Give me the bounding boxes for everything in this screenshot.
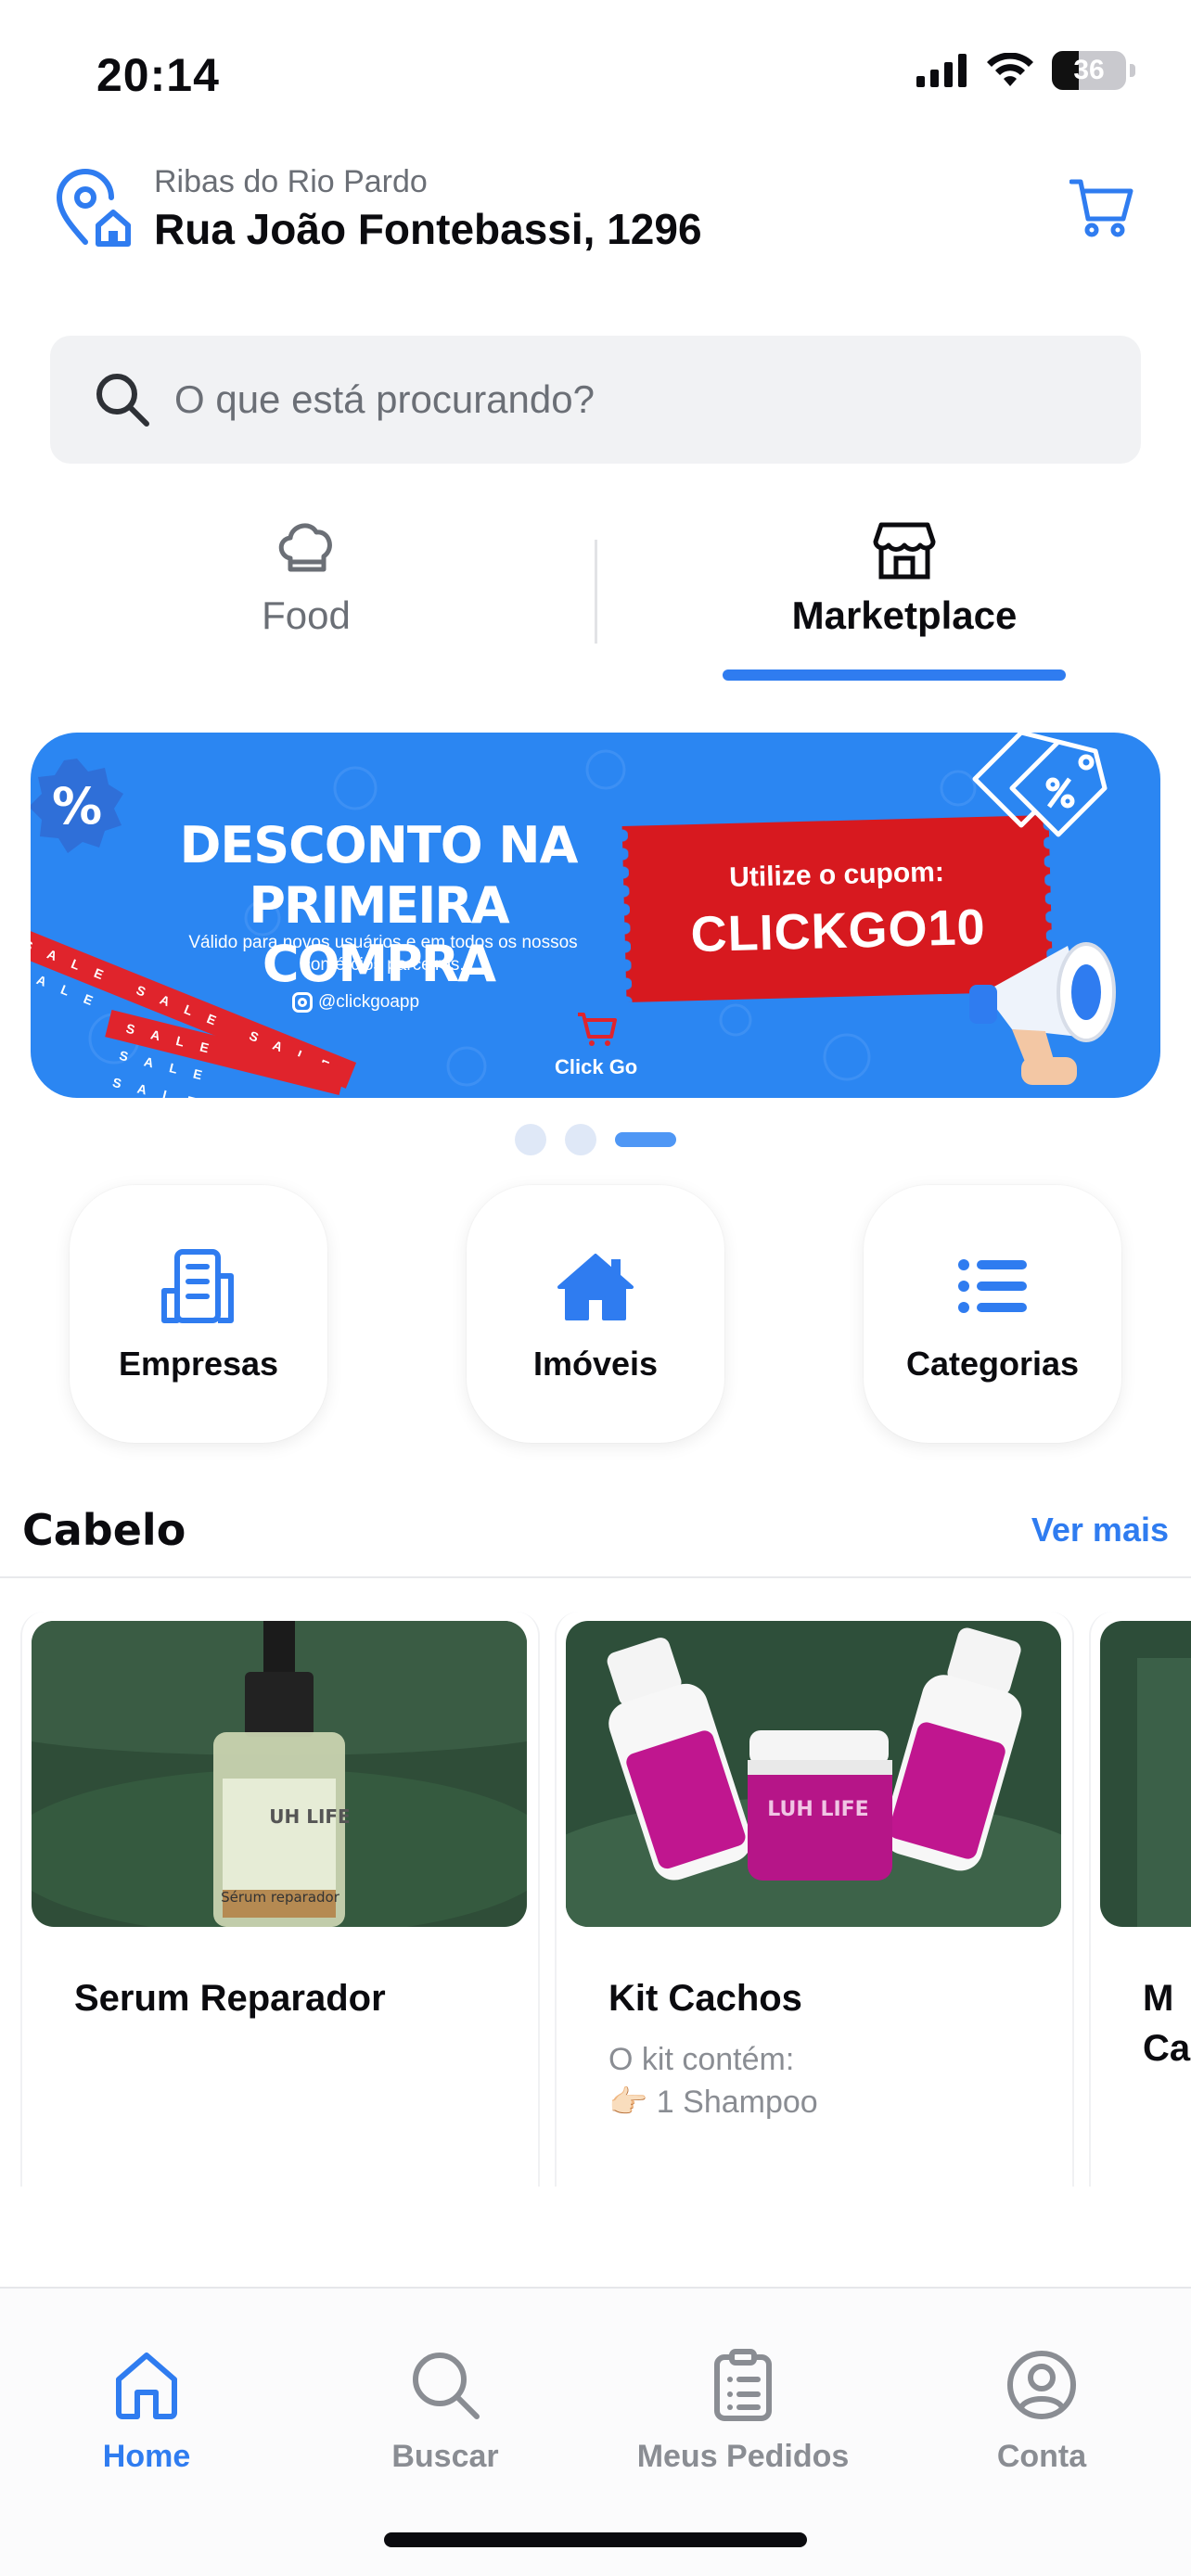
clipboard-icon [714, 2349, 772, 2421]
shortcut-grid: Empresas Imóveis Categorias [0, 1185, 1191, 1445]
home-icon [116, 2353, 177, 2419]
cart-button[interactable] [1065, 172, 1139, 246]
status-icons: 36 [916, 51, 1135, 90]
banner-instagram-handle: @clickgoapp [318, 992, 420, 1012]
nav-buscar[interactable]: Buscar [306, 2348, 584, 2475]
search-input[interactable] [174, 377, 1009, 422]
section-divider [0, 1576, 1191, 1578]
shortcut-categorias[interactable]: Categorias [864, 1185, 1121, 1443]
search-bar[interactable] [50, 336, 1141, 464]
price-tag-icon [972, 733, 1108, 837]
instagram-icon [292, 992, 313, 1013]
status-time: 20:14 [96, 49, 220, 101]
product-image-partial [1100, 1621, 1191, 1927]
shortcut-empresas-label: Empresas [118, 1345, 279, 1383]
search-icon [413, 2353, 480, 2419]
tab-marketplace-label: Marketplace [791, 593, 1018, 637]
svg-text:%: % [52, 777, 102, 835]
carousel-dot-3-active[interactable] [615, 1132, 676, 1147]
product-description-line: O kit contém: [608, 2042, 795, 2077]
status-bar: 20:14 36 [0, 0, 1191, 139]
nav-conta-label: Conta [996, 2439, 1087, 2474]
address-street: Rua João Fontebassi, 1296 [154, 204, 702, 253]
shortcut-imoveis-label: Imóveis [532, 1345, 659, 1383]
tab-marketplace[interactable]: Marketplace [682, 512, 1127, 670]
product-description: O kit contém: 👉🏻 1 Shampoo [608, 2038, 1063, 2123]
section-header: Cabelo Ver mais [22, 1502, 1169, 1558]
search-icon [96, 374, 149, 427]
building-icon [161, 1249, 234, 1323]
shortcut-categorias-label: Categorias [905, 1345, 1080, 1383]
battery-icon: 36 [1052, 51, 1126, 90]
product-name: Serum Reparador [74, 1978, 386, 2019]
list-icon [958, 1259, 1027, 1313]
banner-brand-logo: Click Go [555, 1011, 637, 1079]
tab-divider [595, 540, 597, 644]
svg-text:UH LIFE: UH LIFE [269, 1805, 350, 1828]
shortcut-empresas[interactable]: Empresas [70, 1185, 327, 1443]
wifi-icon [987, 53, 1033, 86]
home-indicator [384, 2532, 807, 2547]
house-icon [557, 1254, 634, 1320]
nav-home-label: Home [102, 2439, 191, 2474]
product-card[interactable]: M Ca [1089, 1612, 1191, 2187]
product-image-serum: UH LIFE Sérum reparador [32, 1621, 527, 1927]
banner-brand-name: Click Go [555, 1055, 638, 1078]
tab-food-label: Food [262, 593, 351, 637]
storefront-icon [873, 522, 936, 580]
promo-banner[interactable]: % SALE SALE SALE SALE SALE SALE SALE SAL… [31, 733, 1160, 1098]
section-title: Cabelo [22, 1505, 186, 1555]
active-tab-indicator [723, 670, 1066, 681]
address-bar[interactable]: Ribas do Rio Pardo Rua João Fontebassi, … [52, 158, 1139, 260]
nav-meus-pedidos-label: Meus Pedidos [636, 2439, 850, 2474]
banner-subtext: Válido para novos usuários e em todos os… [188, 933, 578, 975]
signal-icon [916, 54, 967, 87]
carousel-dot-2[interactable] [565, 1124, 596, 1155]
percent-badge-icon: % [31, 759, 123, 853]
svg-text:LUH LIFE: LUH LIFE [767, 1798, 868, 1821]
nav-home[interactable]: Home [7, 2348, 286, 2475]
product-image-kit-cachos: LUH LIFE [566, 1621, 1061, 1927]
chef-hat-icon [278, 523, 332, 572]
product-image-label: Sérum reparador [221, 1889, 340, 1906]
banner-headline-line1: DESCONTO NA [179, 816, 579, 874]
nav-meus-pedidos[interactable]: Meus Pedidos [604, 2348, 882, 2475]
product-description-line: 👉🏻 1 Shampoo [608, 2085, 818, 2120]
address-city: Ribas do Rio Pardo [154, 163, 428, 199]
location-home-icon [56, 169, 131, 247]
coupon-label: Utilize o cupom: [728, 856, 945, 894]
address-text: Ribas do Rio Pardo Rua João Fontebassi, … [154, 164, 1065, 254]
carousel-dots [0, 1124, 1191, 1155]
product-name: M Ca [1143, 1978, 1191, 2069]
brand-cart-icon [577, 1013, 617, 1046]
carousel-dot-1[interactable] [515, 1124, 546, 1155]
see-more-link[interactable]: Ver mais [1031, 1511, 1169, 1549]
tab-food[interactable]: Food [83, 512, 529, 670]
product-card[interactable]: LUH LIFE Kit Cachos O kit contém: 👉🏻 1 S… [555, 1612, 1074, 2187]
cart-icon [1069, 179, 1133, 237]
shortcut-imoveis[interactable]: Imóveis [467, 1185, 724, 1443]
product-name: Kit Cachos [608, 1978, 802, 2019]
user-circle-icon [1007, 2351, 1076, 2419]
banner-instagram: @clickgoapp [292, 992, 419, 1013]
nav-conta[interactable]: Conta [903, 2348, 1181, 2475]
nav-buscar-label: Buscar [391, 2439, 499, 2474]
product-carousel[interactable]: UH LIFE Sérum reparador Serum Reparador [0, 1612, 1191, 2187]
megaphone-icon [969, 942, 1116, 1085]
battery-percent: 36 [1073, 55, 1105, 85]
mode-tabs: Food Marketplace [0, 512, 1191, 688]
product-card[interactable]: UH LIFE Sérum reparador Serum Reparador [20, 1612, 540, 2187]
